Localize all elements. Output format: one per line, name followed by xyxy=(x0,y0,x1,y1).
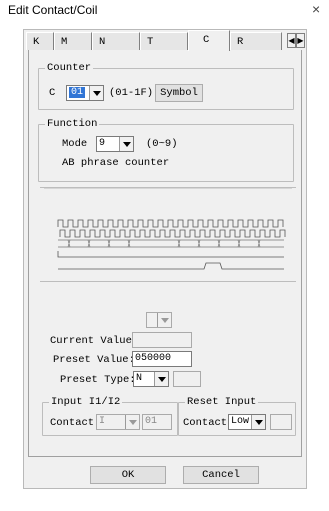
chevron-down-icon xyxy=(251,415,265,429)
chevron-down-icon xyxy=(157,313,171,327)
mode-range: (0~9) xyxy=(146,138,178,150)
tab-t-label: T xyxy=(147,36,154,48)
reset-contact-extra-field xyxy=(270,414,292,430)
preset-type-value: N xyxy=(136,373,143,384)
preset-value-field[interactable]: 050000 xyxy=(132,351,192,367)
counter-prefix: C xyxy=(49,87,56,99)
tab-k-label: K xyxy=(33,36,40,48)
current-value-label: Current Value: xyxy=(50,335,139,347)
tab-n[interactable]: N xyxy=(92,32,140,50)
reset-contact-value: Low xyxy=(231,416,250,427)
function-group: Function xyxy=(38,118,294,182)
reset-group-legend: Reset Input xyxy=(187,396,257,408)
preset-type-extra-field xyxy=(173,371,201,387)
preset-type-label: Preset Type: xyxy=(60,374,136,386)
chevron-down-icon xyxy=(119,137,133,151)
input-contact-number: 01 xyxy=(145,416,158,427)
reset-contact-label: Contact xyxy=(183,417,228,429)
tab-r-label: R xyxy=(237,36,244,48)
counter-number-select[interactable]: 01 xyxy=(66,85,104,101)
symbol-button[interactable]: Symbol xyxy=(155,84,203,102)
arrow-left-icon[interactable]: ◀ xyxy=(287,33,296,48)
value-source-select[interactable] xyxy=(146,312,172,328)
tab-m[interactable]: M xyxy=(54,32,92,50)
close-button[interactable]: × xyxy=(312,1,320,17)
input-group-legend: Input I1/I2 xyxy=(51,396,121,408)
tab-scroll-buttons: ◀ ▶ xyxy=(287,33,305,48)
cancel-button[interactable]: Cancel xyxy=(183,466,259,484)
mode-select[interactable]: 9 xyxy=(96,136,134,152)
mode-value: 9 xyxy=(99,138,106,149)
function-description: AB phrase counter xyxy=(62,157,170,169)
counter-legend: Counter xyxy=(47,62,92,74)
input-contact-label: Contact xyxy=(50,417,95,429)
ok-button[interactable]: OK xyxy=(90,466,166,484)
tab-m-label: M xyxy=(61,36,68,48)
tab-n-label: N xyxy=(99,36,106,48)
section-divider xyxy=(40,281,296,282)
chevron-down-icon xyxy=(89,86,103,100)
tab-bar: K M N T C R xyxy=(26,30,304,51)
section-divider xyxy=(40,187,296,188)
mode-label: Mode xyxy=(62,138,88,150)
preset-type-select[interactable]: N xyxy=(133,371,169,387)
current-value-field xyxy=(132,332,192,348)
counter-range: (01-1F) xyxy=(109,87,154,99)
chevron-down-icon xyxy=(154,372,168,386)
chevron-down-icon xyxy=(125,415,139,429)
input-contact-number-field: 01 xyxy=(142,414,172,430)
counter-number-value: 01 xyxy=(69,87,86,98)
function-legend: Function xyxy=(47,118,98,130)
tab-k[interactable]: K xyxy=(26,32,54,50)
input-contact-select[interactable]: I xyxy=(96,414,140,430)
reset-contact-select[interactable]: Low xyxy=(228,414,266,430)
tab-c-label: C xyxy=(203,34,210,46)
tab-c[interactable]: C xyxy=(188,30,230,51)
tab-r[interactable]: R xyxy=(230,32,282,50)
window-title: Edit Contact/Coil xyxy=(8,3,98,17)
tab-t[interactable]: T xyxy=(140,32,188,50)
timing-diagram xyxy=(44,187,292,270)
preset-value-text: 050000 xyxy=(135,353,172,364)
input-contact-value: I xyxy=(99,416,106,427)
preset-value-label: Preset Value: xyxy=(53,354,135,366)
arrow-right-icon[interactable]: ▶ xyxy=(296,33,305,48)
